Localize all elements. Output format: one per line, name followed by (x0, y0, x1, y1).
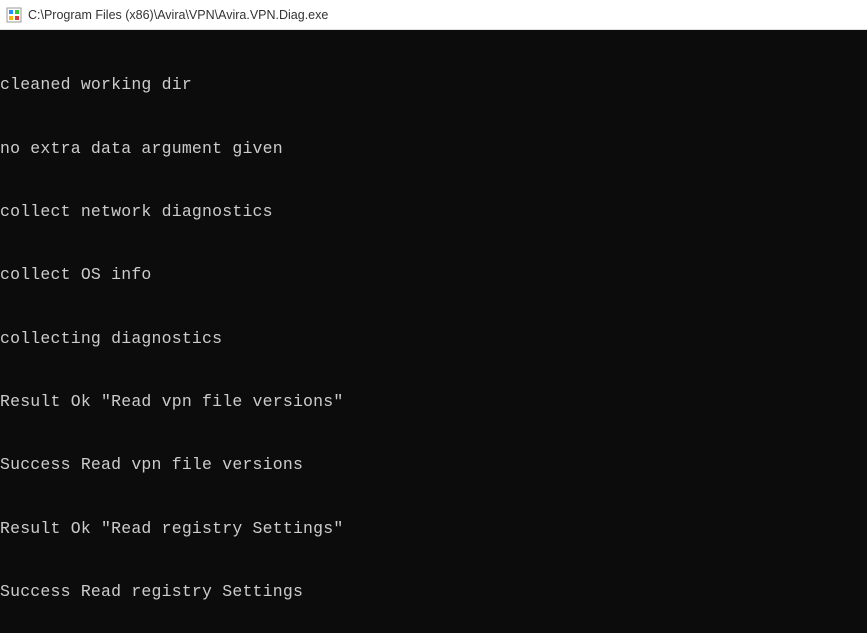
console-line: Result Ok "Read registry Settings" (0, 518, 867, 539)
console-line: Success Read registry Settings (0, 581, 867, 602)
console-output[interactable]: cleaned working dir no extra data argume… (0, 30, 867, 633)
console-window: C:\Program Files (x86)\Avira\VPN\Avira.V… (0, 0, 867, 633)
console-line: Success Read vpn file versions (0, 454, 867, 475)
app-icon (6, 7, 22, 23)
console-line: Result Ok "Read vpn file versions" (0, 391, 867, 412)
console-line: collect network diagnostics (0, 201, 867, 222)
console-line: cleaned working dir (0, 74, 867, 95)
window-title: C:\Program Files (x86)\Avira\VPN\Avira.V… (28, 8, 328, 22)
titlebar[interactable]: C:\Program Files (x86)\Avira\VPN\Avira.V… (0, 0, 867, 30)
console-line: no extra data argument given (0, 138, 867, 159)
console-line: collect OS info (0, 264, 867, 285)
console-line: collecting diagnostics (0, 328, 867, 349)
